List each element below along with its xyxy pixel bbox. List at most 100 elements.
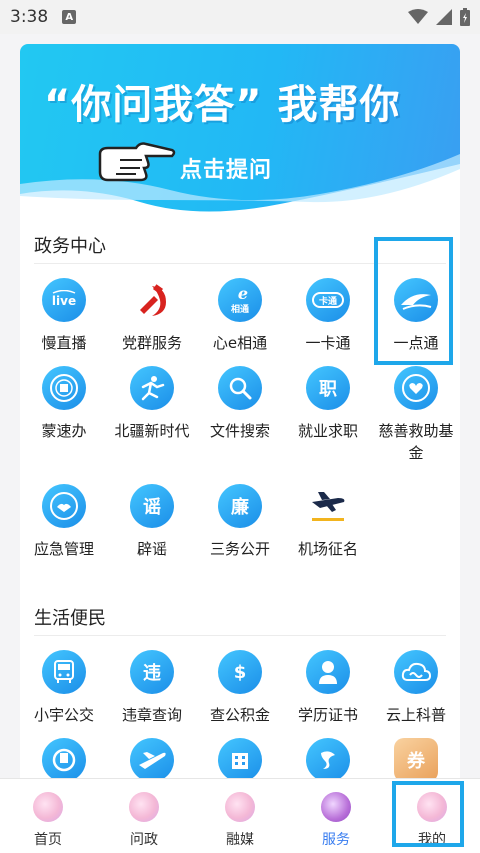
- ask-button-label: 点击提问: [180, 158, 273, 183]
- runner-icon: [130, 366, 174, 410]
- pointing-hand-icon: [98, 142, 176, 182]
- service-item-flight[interactable]: [108, 738, 196, 782]
- job-icon: 职: [306, 366, 350, 410]
- service-tab-icon: [321, 792, 351, 822]
- service-item-certificate[interactable]: 学历证书: [284, 650, 372, 726]
- tab-media[interactable]: 融媒: [192, 779, 288, 853]
- notification-icon: A: [62, 10, 77, 24]
- rumor-icon: 谣: [130, 484, 174, 528]
- service-item-emergency[interactable]: 应急管理: [20, 484, 108, 560]
- wifi-icon: [408, 9, 428, 24]
- tab-service[interactable]: 服务: [288, 779, 384, 853]
- fund-icon: $: [218, 650, 262, 694]
- service-item-charity[interactable]: 慈善救助基金: [372, 366, 460, 464]
- section-divider: [34, 635, 446, 636]
- xin-e-icon: e 相通: [218, 278, 262, 322]
- service-item-science[interactable]: 云上科普: [372, 650, 460, 726]
- service-item-xin-e[interactable]: e 相通 心e相通: [196, 278, 284, 354]
- airplane-icon: [130, 738, 174, 782]
- highlight-box-yidiantong: [374, 237, 453, 365]
- service-item-rumor[interactable]: 谣 辟谣: [108, 484, 196, 560]
- highlight-box-mine: [392, 781, 464, 847]
- status-bar: 3:38 A: [0, 0, 480, 34]
- svg-text:卡通: 卡通: [319, 295, 337, 307]
- media-tab-icon: [225, 792, 255, 822]
- service-item-file-search[interactable]: 文件搜索: [196, 366, 284, 442]
- life-section-title: 生活便民: [34, 608, 106, 629]
- home-tab-icon: [33, 792, 63, 822]
- service-label: 慈善救助基金: [378, 422, 454, 462]
- gov-section-title: 政务中心: [34, 236, 106, 257]
- service-label: 查公积金: [209, 706, 270, 724]
- tab-label: 问政: [130, 832, 158, 848]
- tab-label: 首页: [34, 832, 62, 848]
- service-item-mengsuban[interactable]: 蒙速办: [20, 366, 108, 442]
- coupon-glyph: 券: [407, 751, 425, 772]
- service-label: 慢直播: [41, 334, 87, 352]
- fund-glyph: $: [233, 661, 247, 683]
- banner-title: “你问我答” 我帮你: [44, 82, 401, 128]
- public-glyph: 廉: [231, 497, 249, 518]
- ticket-icon: 券: [394, 738, 438, 782]
- service-item-airport-naming[interactable]: 机场征名: [284, 484, 372, 560]
- building-icon: [218, 738, 262, 782]
- train-icon: [42, 738, 86, 782]
- service-label: 蒙速办: [41, 422, 87, 440]
- cloud-icon: [394, 650, 438, 694]
- tab-ask[interactable]: 问政: [96, 779, 192, 853]
- status-time: 3:38: [10, 7, 49, 27]
- dance-icon: [306, 738, 350, 782]
- status-indicators: [408, 8, 470, 26]
- service-item-public-affairs[interactable]: 廉 三务公开: [196, 484, 284, 560]
- search-icon: [218, 366, 262, 410]
- service-label: 文件搜索: [209, 422, 270, 440]
- plane-icon: [306, 484, 350, 528]
- violation-icon: 违: [130, 650, 174, 694]
- service-item-bus[interactable]: 小宇公交: [20, 650, 108, 726]
- service-item-job[interactable]: 职 就业求职: [284, 366, 372, 442]
- service-item-violation[interactable]: 违 违章查询: [108, 650, 196, 726]
- service-label: 学历证书: [297, 706, 358, 724]
- live-icon: live: [42, 278, 86, 322]
- service-label: 机场征名: [297, 540, 358, 558]
- service-label: 北疆新时代: [114, 422, 190, 440]
- seal-icon: [42, 366, 86, 410]
- signal-icon: [436, 9, 452, 25]
- service-item-card[interactable]: 卡通 一卡通: [284, 278, 372, 354]
- service-item-slow-live[interactable]: live 慢直播: [20, 278, 108, 354]
- battery-icon: [460, 8, 470, 26]
- banner-wave: [20, 154, 460, 222]
- tab-home[interactable]: 首页: [0, 779, 96, 853]
- tab-label: 服务: [322, 832, 350, 848]
- service-label: 党群服务: [121, 334, 182, 352]
- service-item-housing-fund[interactable]: $ 查公积金: [196, 650, 284, 726]
- service-item-building[interactable]: [196, 738, 284, 782]
- rumor-glyph: 谣: [143, 497, 161, 518]
- charity-icon: [394, 366, 438, 410]
- service-item-beijiang[interactable]: 北疆新时代: [108, 366, 196, 442]
- public-icon: 廉: [218, 484, 262, 528]
- service-label: 三务公开: [209, 540, 270, 558]
- service-label: 心e相通: [212, 334, 268, 352]
- service-item-train[interactable]: [20, 738, 108, 782]
- bus-icon: [42, 650, 86, 694]
- svg-text:相通: 相通: [231, 303, 249, 315]
- service-label: 就业求职: [297, 422, 358, 440]
- service-label: 辟谣: [136, 540, 167, 558]
- svg-text:live: live: [52, 294, 76, 308]
- service-item-culture[interactable]: [284, 738, 372, 782]
- service-item-coupon[interactable]: 券: [372, 738, 460, 782]
- service-label: 应急管理: [33, 540, 94, 558]
- service-label: 违章查询: [121, 706, 182, 724]
- job-glyph: 职: [319, 379, 337, 400]
- party-emblem-icon: [130, 278, 174, 322]
- emergency-icon: [42, 484, 86, 528]
- card-icon: 卡通: [306, 278, 350, 322]
- service-card: “你问我答” 我帮你 点击提问 政务中心 live 慢直播 党群服务 e 相通 心…: [20, 44, 460, 804]
- tab-label: 融媒: [226, 832, 254, 848]
- service-item-party-service[interactable]: 党群服务: [108, 278, 196, 354]
- svg-text:e: e: [238, 285, 248, 303]
- certificate-icon: [306, 650, 350, 694]
- service-label: 云上科普: [385, 706, 446, 724]
- ask-banner[interactable]: “你问我答” 我帮你 点击提问: [20, 44, 460, 222]
